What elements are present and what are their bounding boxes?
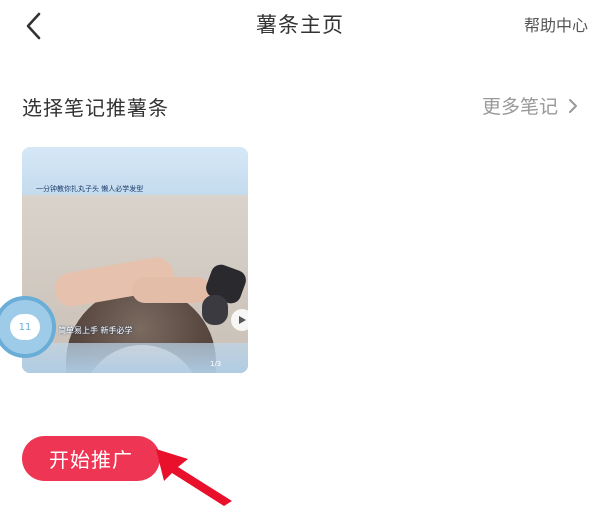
annotation-arrow-icon <box>156 449 232 506</box>
play-icon <box>231 309 248 331</box>
scrunchie-shape <box>202 295 228 325</box>
start-promotion-button[interactable]: 开始推广 <box>22 436 160 481</box>
section-title: 选择笔记推薯条 <box>22 96 169 120</box>
page-title: 薯条主页 <box>256 13 344 37</box>
more-notes-link[interactable]: 更多笔记 <box>482 92 578 119</box>
section-header: 选择笔记推薯条 更多笔记 <box>22 92 578 122</box>
navigation-bar: 薯条主页 帮助中心 <box>0 0 600 52</box>
floating-bubble-label: 11 <box>18 321 32 333</box>
chat-bubble-icon: 11 <box>10 314 40 340</box>
help-center-link[interactable]: 帮助中心 <box>524 12 588 36</box>
thumbnail-caption-bottom: 简单易上手 新手必学 <box>58 326 133 335</box>
hand-shape <box>132 277 210 303</box>
thumbnail-caption-top: 一分钟教你扎丸子头 懒人必学发型 <box>36 185 144 193</box>
more-notes-label: 更多笔记 <box>481 96 558 118</box>
note-card[interactable]: 一分钟教你扎丸子头 懒人必学发型 简单易上手 新手必学 <box>22 147 248 373</box>
chevron-right-icon <box>568 98 578 114</box>
page-indicator: 1/3 <box>210 360 222 368</box>
tiktok-fries-home-page: 薯条主页 帮助中心 选择笔记推薯条 更多笔记 一分钟教你扎丸子头 懒人必学发型 … <box>0 0 600 506</box>
